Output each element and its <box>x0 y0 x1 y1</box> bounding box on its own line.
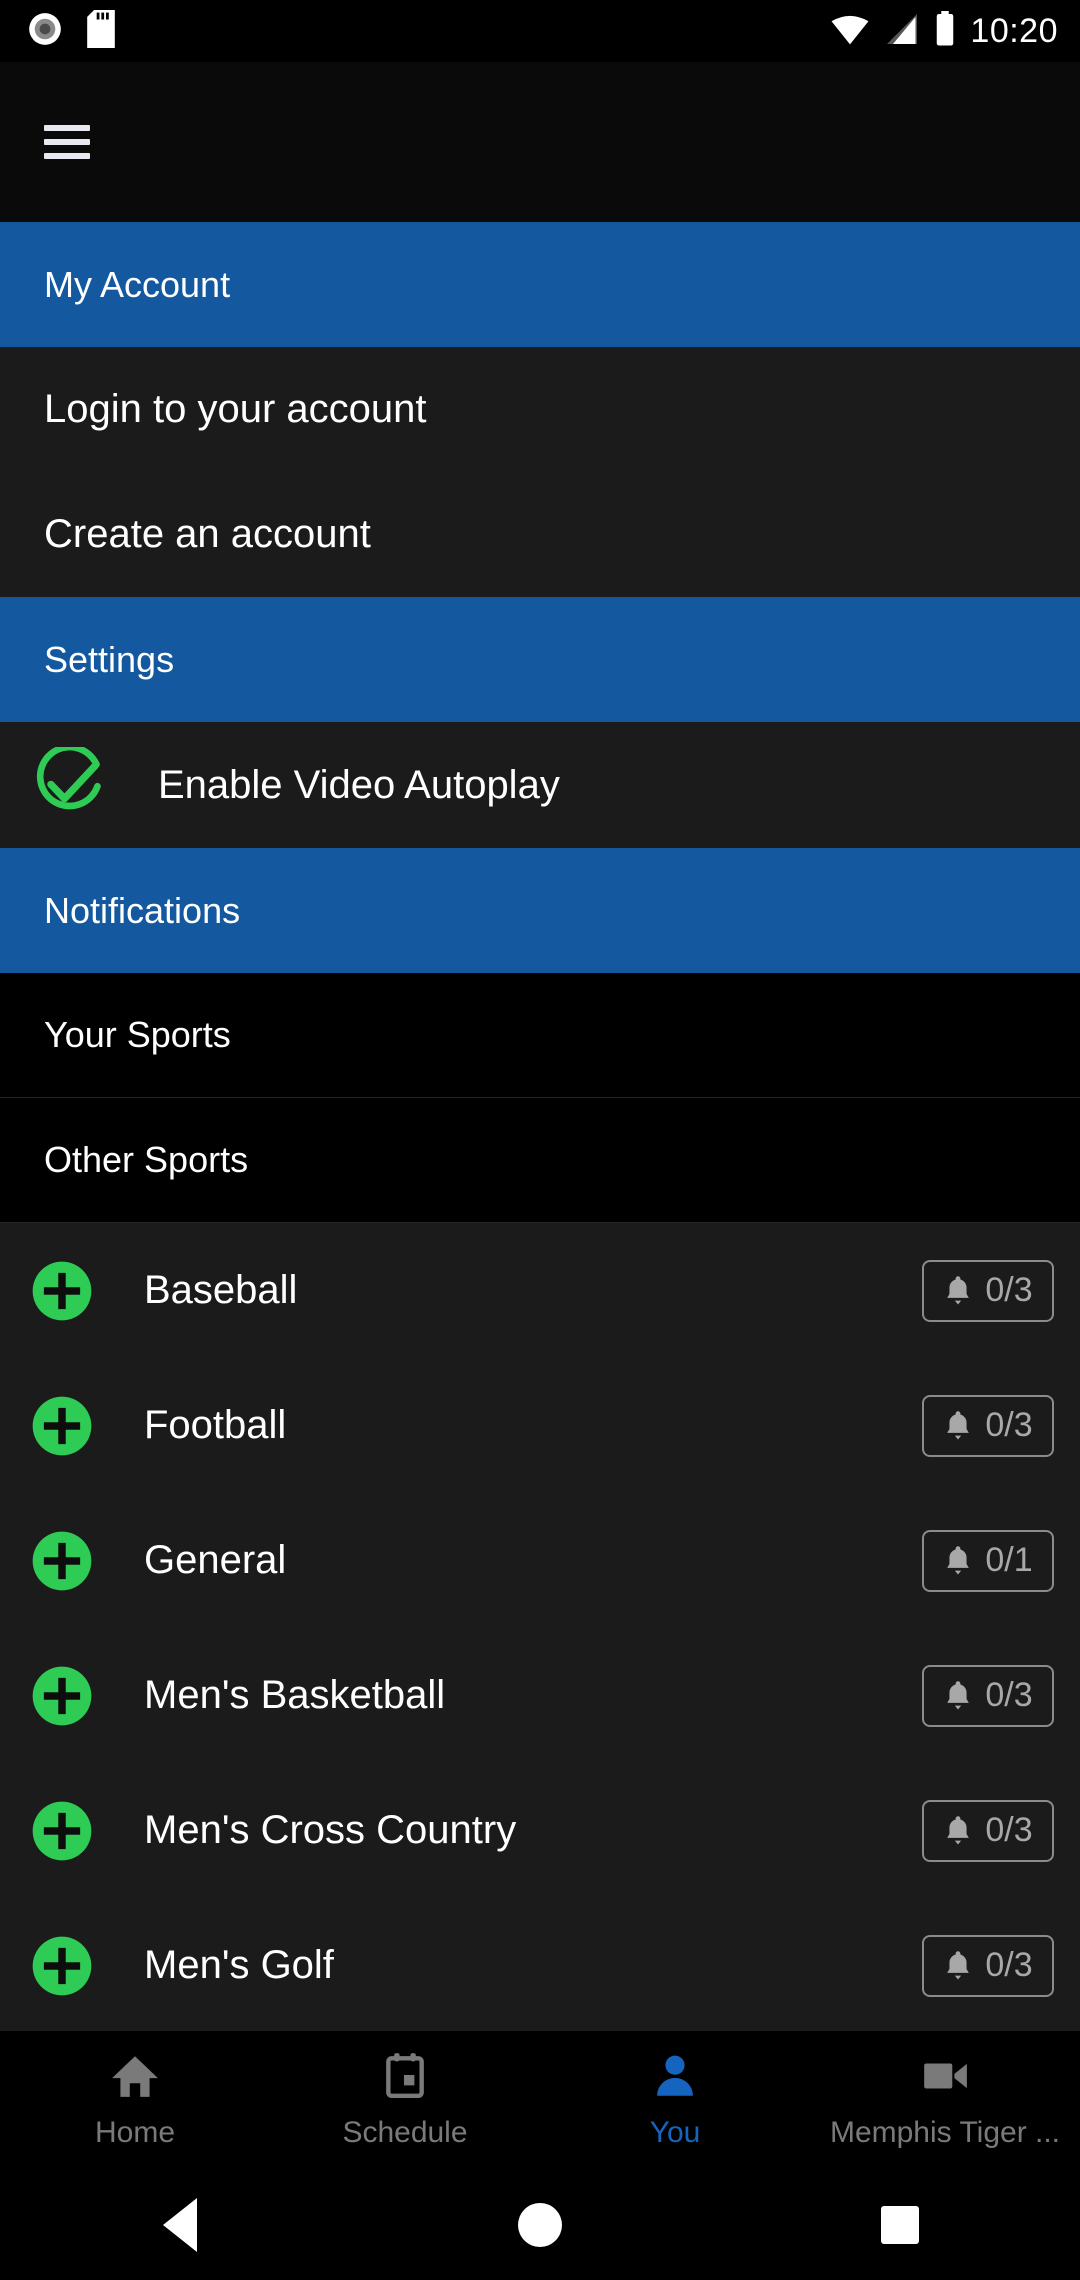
sport-row[interactable]: Men's Basketball 0/3 <box>0 1628 1080 1763</box>
setting-row-video-autoplay[interactable]: Enable Video Autoplay <box>0 722 1080 848</box>
battery-icon <box>934 10 956 52</box>
sport-row[interactable]: General 0/1 <box>0 1493 1080 1628</box>
notification-count: 0/3 <box>985 1676 1033 1714</box>
bell-icon <box>947 1410 970 1439</box>
nav-label-schedule: Schedule <box>342 2116 468 2149</box>
android-system-navigation <box>0 2170 1080 2280</box>
plus-circle-icon[interactable] <box>30 1394 94 1458</box>
sports-notification-list: Baseball 0/3 Football 0/3 General 0/1 Me… <box>0 1223 1080 2033</box>
notification-count-badge[interactable]: 0/3 <box>922 1259 1054 1322</box>
menu-item-create-account[interactable]: Create an account <box>0 472 1080 597</box>
notification-count: 0/1 <box>985 1541 1033 1579</box>
system-back-button[interactable] <box>0 2198 360 2252</box>
video-camera-icon <box>920 2051 970 2106</box>
nav-tab-you[interactable]: You <box>540 2051 810 2150</box>
phone-screen: 10:20 My Account Login to your account C… <box>0 0 1080 2280</box>
sport-name: Men's Cross Country <box>144 1808 517 1852</box>
sd-card-icon <box>86 9 116 53</box>
notification-count: 0/3 <box>985 1406 1033 1444</box>
plus-circle-icon[interactable] <box>30 1259 94 1323</box>
notification-group-other-sports[interactable]: Other Sports <box>0 1098 1080 1223</box>
notification-count-badge[interactable]: 0/1 <box>922 1529 1054 1592</box>
bell-icon <box>947 1275 970 1304</box>
status-bar: 10:20 <box>0 0 1080 62</box>
nav-tab-memphis-tiger[interactable]: Memphis Tiger ... <box>810 2051 1080 2150</box>
notification-group-your-sports[interactable]: Your Sports <box>0 973 1080 1098</box>
sport-row[interactable]: Men's Cross Country 0/3 <box>0 1763 1080 1898</box>
calendar-icon <box>380 2051 430 2106</box>
status-bar-left-icons <box>26 9 116 53</box>
home-icon <box>110 2051 160 2106</box>
notification-count-badge[interactable]: 0/3 <box>922 1664 1054 1727</box>
plus-circle-icon[interactable] <box>30 1799 94 1863</box>
notification-count-badge[interactable]: 0/3 <box>922 1799 1054 1862</box>
notification-count: 0/3 <box>985 1811 1033 1849</box>
sport-row[interactable]: Football 0/3 <box>0 1358 1080 1493</box>
cellular-signal-icon <box>884 12 920 51</box>
bell-icon <box>947 1815 970 1844</box>
nav-tab-schedule[interactable]: Schedule <box>270 2051 540 2150</box>
sport-name: Men's Golf <box>144 1943 334 1987</box>
sport-name: Baseball <box>144 1268 298 1312</box>
app-bar <box>0 62 1080 222</box>
screen-record-icon <box>26 10 64 53</box>
status-bar-clock: 10:20 <box>970 11 1058 50</box>
section-header-notifications: Notifications <box>0 848 1080 973</box>
sport-name: Men's Basketball <box>144 1673 446 1717</box>
nav-label-memphis-tiger: Memphis Tiger ... <box>829 2116 1061 2149</box>
settings-scroll-area[interactable]: My Account Login to your account Create … <box>0 222 1080 2150</box>
setting-label-video-autoplay: Enable Video Autoplay <box>158 762 560 807</box>
notification-count: 0/3 <box>985 1946 1033 1984</box>
bell-icon <box>947 1680 970 1709</box>
bell-icon <box>947 1545 970 1574</box>
bell-icon <box>947 1950 970 1979</box>
system-recents-button[interactable] <box>720 2206 1080 2244</box>
person-icon <box>650 2051 700 2106</box>
plus-circle-icon[interactable] <box>30 1529 94 1593</box>
notification-count: 0/3 <box>985 1271 1033 1309</box>
sport-name: Football <box>144 1403 287 1447</box>
plus-circle-icon[interactable] <box>30 1934 94 1998</box>
back-triangle-icon <box>163 2198 197 2252</box>
menu-item-login[interactable]: Login to your account <box>0 347 1080 472</box>
nav-label-home: Home <box>94 2116 176 2149</box>
section-header-my-account: My Account <box>0 222 1080 347</box>
section-header-settings: Settings <box>0 597 1080 722</box>
notification-count-badge[interactable]: 0/3 <box>922 1934 1054 1997</box>
wifi-icon <box>830 12 870 51</box>
status-bar-right-icons: 10:20 <box>830 0 1058 62</box>
recents-square-icon <box>881 2206 919 2244</box>
plus-circle-icon[interactable] <box>30 1664 94 1728</box>
system-home-button[interactable] <box>360 2203 720 2247</box>
nav-tab-home[interactable]: Home <box>0 2051 270 2150</box>
sport-name: General <box>144 1538 287 1582</box>
nav-label-you: You <box>649 2116 701 2149</box>
bottom-navigation-bar: Home Schedule You Memphis Tiger ... <box>0 2030 1080 2170</box>
home-circle-icon <box>518 2203 562 2247</box>
notification-count-badge[interactable]: 0/3 <box>922 1394 1054 1457</box>
check-circle-icon[interactable] <box>30 743 106 823</box>
hamburger-menu-icon[interactable] <box>44 125 90 159</box>
sport-row[interactable]: Baseball 0/3 <box>0 1223 1080 1358</box>
sport-row[interactable]: Men's Golf 0/3 <box>0 1898 1080 2033</box>
